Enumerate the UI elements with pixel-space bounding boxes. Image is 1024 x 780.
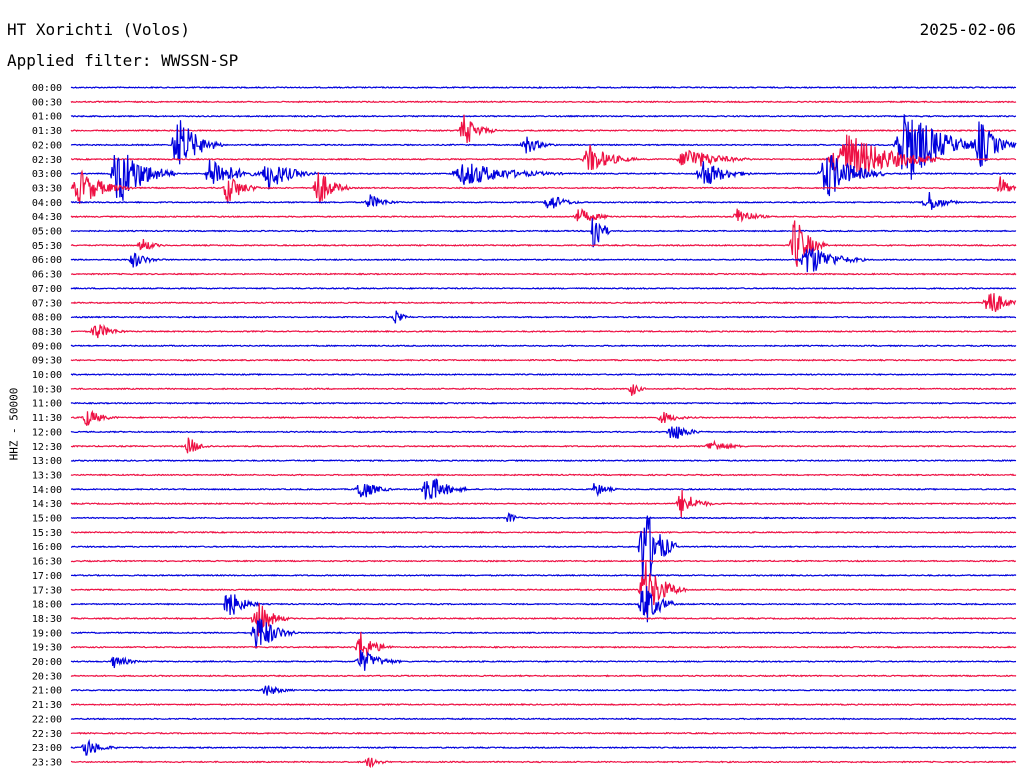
- trace-line: [70, 192, 1017, 210]
- trace-line: [70, 114, 1017, 144]
- time-tick-label: 01:30: [32, 126, 62, 137]
- trace-line: [71, 477, 1017, 500]
- time-tick-label: 03:00: [32, 169, 62, 180]
- trace-line: [70, 272, 1017, 276]
- trace-line: [70, 426, 1016, 439]
- time-tick-label: 14:30: [32, 499, 62, 510]
- time-tick-label: 08:30: [32, 327, 62, 338]
- time-tick-label: 01:00: [32, 112, 62, 123]
- trace-line: [70, 114, 1017, 118]
- trace-line: [70, 218, 1017, 248]
- time-tick-label: 11:30: [32, 413, 62, 424]
- trace-line: [70, 459, 1017, 463]
- time-tick-label: 22:00: [32, 714, 62, 725]
- trace-line: [70, 674, 1017, 678]
- trace-line: [70, 603, 1016, 638]
- trace-line: [70, 323, 1017, 339]
- time-tick-label: 15:30: [32, 528, 62, 539]
- time-tick-label: 14:00: [32, 485, 62, 496]
- time-tick-label: 21:30: [32, 700, 62, 711]
- trace-line: [70, 618, 1017, 649]
- trace-line: [70, 85, 1017, 90]
- time-tick-label: 10:00: [32, 370, 62, 381]
- time-tick-label: 08:00: [32, 313, 62, 324]
- trace-line: [70, 358, 1017, 362]
- time-tick-label: 02:00: [32, 140, 62, 151]
- trace-line: [70, 247, 1017, 273]
- time-tick-label: 19:30: [32, 643, 62, 654]
- time-tick-label: 19:00: [32, 628, 62, 639]
- trace-line: [70, 717, 1017, 721]
- time-tick-label: 23:00: [32, 743, 62, 754]
- time-tick-label: 15:00: [32, 514, 62, 525]
- trace-line: [70, 731, 1017, 735]
- helicorder-plot: 00:00 00:30 01:00 01:30 02:00 02:30 03:00 03:30…: [32, 83, 1017, 769]
- trace-line: [71, 515, 1017, 583]
- trace-line: [70, 561, 1017, 615]
- time-tick-label: 03:30: [32, 183, 62, 194]
- trace-line: [70, 573, 1017, 577]
- time-tick-label: 16:30: [32, 557, 62, 568]
- trace-line: [70, 738, 1017, 756]
- time-tick-label: 06:00: [32, 255, 62, 266]
- time-tick-label: 23:30: [32, 757, 62, 768]
- time-tick-label: 02:30: [32, 155, 62, 166]
- trace-line: [70, 489, 1017, 518]
- time-tick-label: 13:30: [32, 470, 62, 481]
- trace-line: [70, 207, 1017, 223]
- trace-line: [70, 100, 1017, 104]
- trace-line: [70, 310, 1017, 324]
- trace-line: [70, 685, 1017, 696]
- time-tick-label: 17:30: [32, 585, 62, 596]
- time-tick-label: 17:00: [32, 571, 62, 582]
- trace-line: [70, 114, 1017, 180]
- time-tick-label: 04:00: [32, 198, 62, 209]
- time-tick-label: 11:00: [32, 399, 62, 410]
- time-tick-label: 12:00: [32, 427, 62, 438]
- trace-line: [70, 373, 1017, 376]
- time-tick-label: 13:00: [32, 456, 62, 467]
- trace-line: [70, 437, 1017, 454]
- trace-line: [70, 401, 1017, 405]
- time-tick-label: 16:00: [32, 542, 62, 553]
- trace-line: [70, 384, 1017, 396]
- time-tick-label: 12:30: [32, 442, 62, 453]
- trace-line: [70, 757, 1017, 769]
- time-tick-label: 07:30: [32, 298, 62, 309]
- trace-line: [70, 649, 1017, 671]
- trace-line: [70, 631, 1017, 661]
- time-tick-label: 05:30: [32, 241, 62, 252]
- trace-line: [70, 703, 1017, 707]
- trace-line: [70, 512, 1017, 523]
- time-tick-label: 07:00: [32, 284, 62, 295]
- time-tick-label: 06:30: [32, 270, 62, 281]
- time-tick-label: 20:30: [32, 671, 62, 682]
- trace-line: [70, 293, 1017, 312]
- trace-line: [70, 559, 1016, 563]
- time-tick-label: 18:00: [32, 600, 62, 611]
- time-tick-label: 09:30: [32, 356, 62, 367]
- time-tick-label: 09:00: [32, 341, 62, 352]
- time-tick-label: 04:30: [32, 212, 62, 223]
- trace-line: [70, 344, 1017, 348]
- trace-line: [70, 586, 1017, 623]
- trace-line: [70, 473, 1017, 477]
- time-tick-label: 20:00: [32, 657, 62, 668]
- trace-line: [70, 409, 1017, 426]
- time-tick-label: 05:00: [32, 227, 62, 238]
- time-tick-label: 00:30: [32, 97, 62, 108]
- time-tick-label: 00:00: [32, 83, 62, 94]
- time-tick-label: 10:30: [32, 384, 62, 395]
- trace-line: [70, 530, 1017, 534]
- time-tick-label: 21:00: [32, 686, 62, 697]
- trace-line: [70, 286, 1017, 290]
- time-tick-label: 18:30: [32, 614, 62, 625]
- time-tick-label: 22:30: [32, 729, 62, 740]
